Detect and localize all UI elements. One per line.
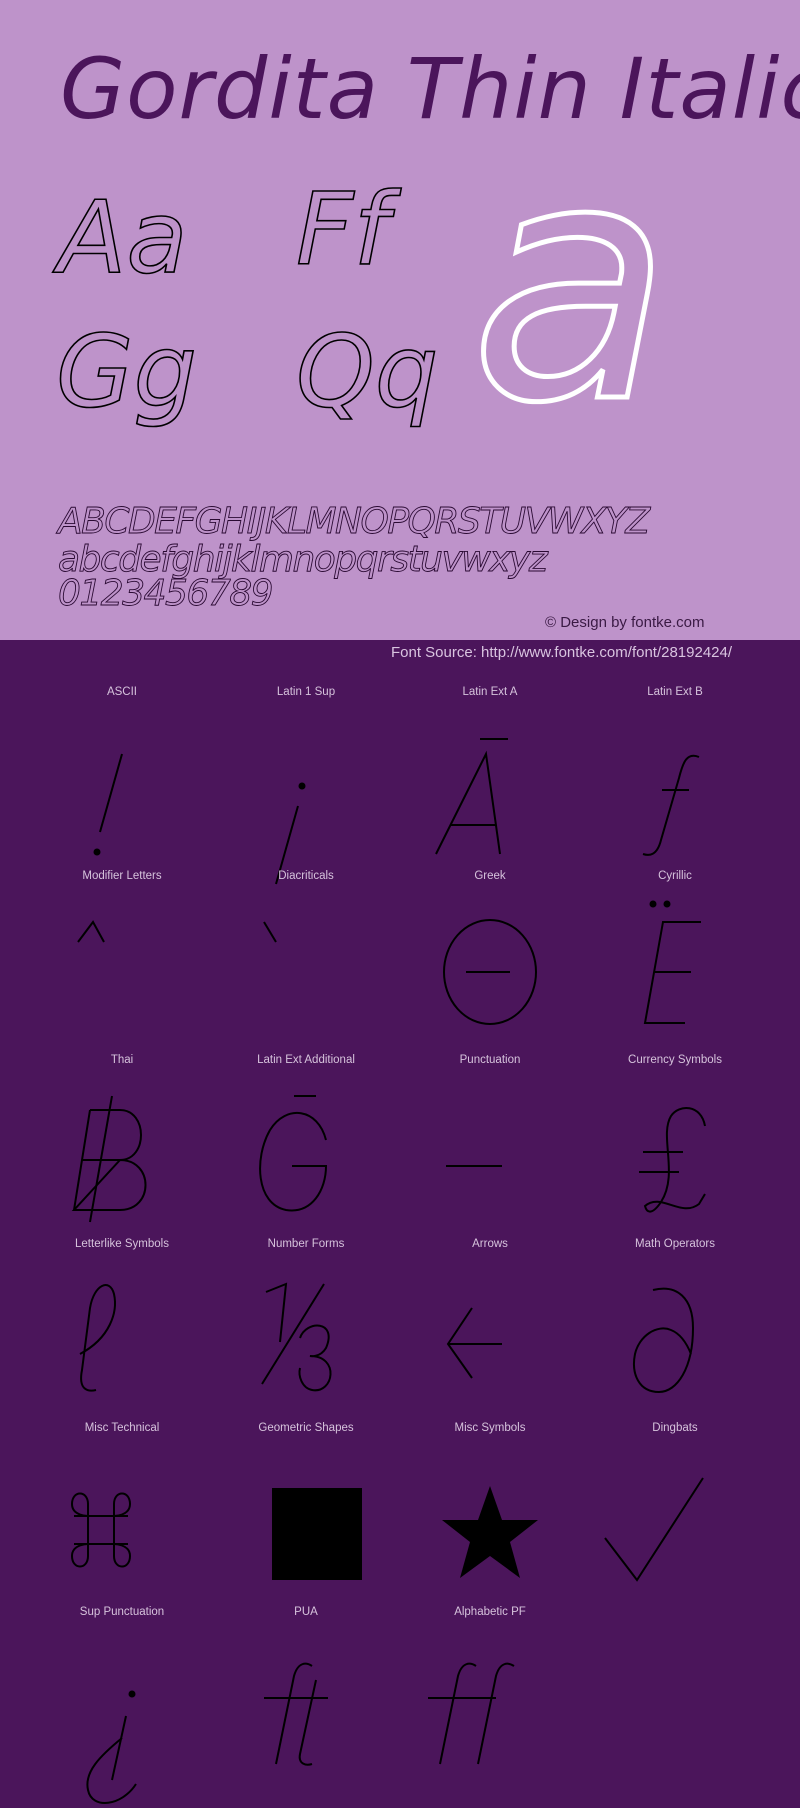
block-cell-latin-1-sup: Latin 1 Sup xyxy=(214,686,398,885)
ff-ligature-icon xyxy=(398,1626,582,1786)
font-source-link[interactable]: Font Source: http://www.fontke.com/font/… xyxy=(391,644,732,661)
design-credit: © Design by fontke.com xyxy=(545,614,705,631)
block-cell-cyrillic: Cyrillic xyxy=(583,870,767,1054)
block-label: Cyrillic xyxy=(658,870,692,882)
block-label: Punctuation xyxy=(459,1054,521,1066)
block-cell-currency-symbols: Currency Symbols xyxy=(583,1054,767,1238)
block-label: Latin 1 Sup xyxy=(276,686,336,698)
block-label: Arrows xyxy=(472,1238,508,1250)
lira-icon xyxy=(583,1074,767,1234)
block-cell-pua: PUA xyxy=(214,1606,398,1790)
digits-sample: 0123456789 xyxy=(58,573,274,614)
block-cell-ascii: ASCII xyxy=(30,686,214,870)
font-title: Gordita Thin Italic xyxy=(60,40,800,138)
block-label: Sup Punctuation xyxy=(79,1606,165,1618)
command-icon xyxy=(30,1442,214,1602)
sample-pair-gg: Gg xyxy=(55,313,198,430)
exclamation-icon xyxy=(30,706,214,866)
inverted-exclamation-icon xyxy=(214,706,398,885)
block-label: Greek xyxy=(474,870,506,882)
block-cell-geometric-shapes: Geometric Shapes xyxy=(214,1422,398,1606)
block-label: PUA xyxy=(294,1606,318,1618)
circumflex-icon xyxy=(30,890,214,1050)
uppercase-alphabet: ABCDEFGHIJKLMNOPQRSTUVWXYZ xyxy=(58,501,651,542)
block-cell-greek: Greek xyxy=(398,870,582,1054)
theta-icon xyxy=(398,890,582,1050)
sample-pair-qq: Qq xyxy=(295,313,439,430)
block-cell-math-operators: Math Operators xyxy=(583,1238,767,1422)
a-macron-icon xyxy=(398,706,582,866)
grave-accent-icon xyxy=(214,890,398,1050)
font-preview-panel: Gordita Thin Italic Aa Ff Gg Qq a ABCDEF… xyxy=(0,0,800,640)
g-macron-icon xyxy=(214,1074,398,1234)
partial-differential-icon xyxy=(583,1258,767,1418)
block-cell-modifier-letters: Modifier Letters xyxy=(30,870,214,1054)
cyrillic-io-icon xyxy=(583,890,767,1050)
block-cell-punctuation: Punctuation xyxy=(398,1054,582,1238)
left-arrow-icon xyxy=(398,1258,582,1418)
block-cell-diacriticals: Diacriticals xyxy=(214,870,398,1054)
block-label: Thai xyxy=(110,1054,134,1066)
block-cell-arrows: Arrows xyxy=(398,1238,582,1422)
block-label: ASCII xyxy=(106,686,138,698)
block-cell-thai: Thai xyxy=(30,1054,214,1238)
block-cell-letterlike-symbols: Letterlike Symbols xyxy=(30,1238,214,1422)
block-label: Dingbats xyxy=(652,1422,698,1434)
block-label: Math Operators xyxy=(635,1238,715,1250)
sample-pair-aa: Aa xyxy=(57,179,188,296)
f-hook-icon xyxy=(583,706,767,866)
block-label: Number Forms xyxy=(267,1238,345,1250)
black-square-icon xyxy=(214,1442,398,1602)
block-cell-misc-symbols: Misc Symbols xyxy=(398,1422,582,1606)
baht-icon xyxy=(30,1074,214,1234)
one-third-icon xyxy=(214,1258,398,1418)
block-label: Modifier Letters xyxy=(82,870,162,882)
block-label: Latin Ext Additional xyxy=(257,1054,355,1066)
block-label: Misc Symbols xyxy=(454,1422,526,1434)
block-cell-dingbats: Dingbats xyxy=(583,1422,767,1606)
block-cell-number-forms: Number Forms xyxy=(214,1238,398,1422)
en-dash-icon xyxy=(398,1074,582,1234)
block-cell-latin-ext-a: Latin Ext A xyxy=(398,686,582,870)
star-icon xyxy=(398,1442,582,1602)
block-label: Misc Technical xyxy=(84,1422,160,1434)
block-label: Currency Symbols xyxy=(628,1054,722,1066)
block-label: Latin Ext B xyxy=(647,686,703,698)
block-label: Latin Ext A xyxy=(462,686,518,698)
script-l-icon xyxy=(30,1258,214,1418)
block-label: Alphabetic PF xyxy=(454,1606,526,1618)
block-cell-latin-ext-b: Latin Ext B xyxy=(583,686,767,870)
sample-pair-ff: Ff xyxy=(295,171,389,288)
check-mark-icon xyxy=(583,1442,767,1602)
block-label: Letterlike Symbols xyxy=(75,1238,169,1250)
block-cell-misc-technical: Misc Technical xyxy=(30,1422,214,1606)
hero-glyph: a xyxy=(467,91,674,475)
block-cell-latin-ext-additional: Latin Ext Additional xyxy=(214,1054,398,1238)
block-cell-alphabetic-pf: Alphabetic PF xyxy=(398,1606,582,1790)
ft-ligature-icon xyxy=(214,1626,398,1786)
block-label: Geometric Shapes xyxy=(258,1422,354,1434)
inverted-interrobang-icon xyxy=(30,1626,214,1804)
block-label: Diacriticals xyxy=(278,870,334,882)
block-cell-sup-punctuation: Sup Punctuation xyxy=(30,1606,214,1804)
